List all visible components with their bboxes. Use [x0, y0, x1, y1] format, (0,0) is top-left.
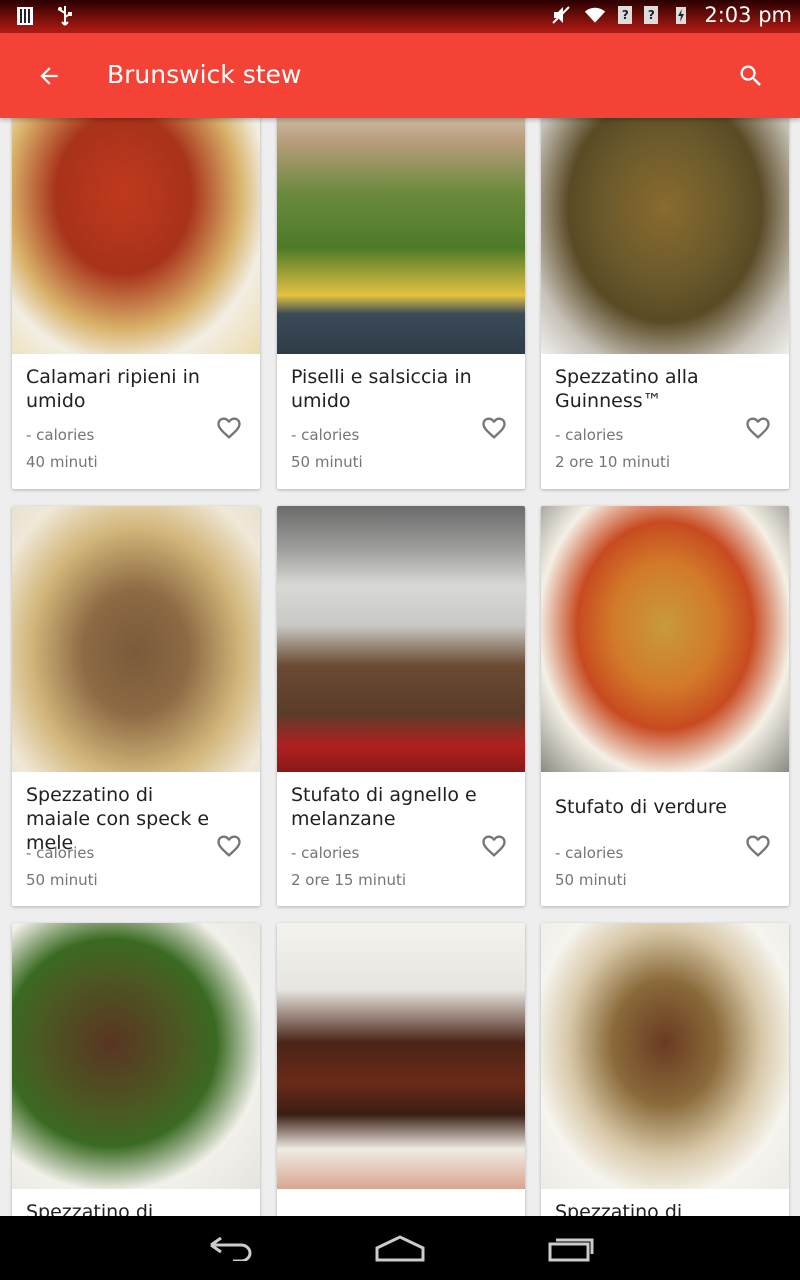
- arrow-back-icon: [40, 67, 58, 85]
- recipe-photo: [277, 923, 525, 1189]
- recipe-calories: - calories: [291, 844, 360, 862]
- recents-nav-icon: [548, 1238, 594, 1262]
- search-icon: [740, 65, 761, 86]
- recipe-time: 2 ore 10 minuti: [555, 453, 671, 471]
- wifi-icon: [584, 4, 606, 26]
- recipe-photo: [12, 923, 260, 1189]
- favorite-icon[interactable]: [479, 832, 509, 860]
- search-button[interactable]: [732, 57, 770, 95]
- favorite-icon[interactable]: [214, 832, 244, 860]
- recipe-photo: [277, 118, 525, 354]
- recipe-title: Stufato di agnello e melanzane: [291, 784, 477, 830]
- recipe-calories: - calories: [26, 426, 95, 444]
- recipe-time: 50 minuti: [291, 453, 363, 471]
- recipe-card[interactable]: Piselli e salsiccia in umido - calories …: [277, 118, 525, 489]
- recipe-time: 50 minuti: [26, 871, 98, 889]
- recipe-title: Spezzatino alla Guinness™: [555, 366, 699, 412]
- app-bar: Brunswick stew: [0, 33, 800, 118]
- recipe-title: Spezzatino di agnello: [26, 1201, 154, 1216]
- battery-charging-icon: [670, 4, 692, 26]
- recipe-photo: [277, 506, 525, 772]
- recipe-card[interactable]: Stufato di verdure - calories 50 minuti: [541, 506, 789, 906]
- recipe-time: 2 ore 15 minuti: [291, 871, 407, 889]
- favorite-icon[interactable]: [214, 414, 244, 442]
- clock: 2:03 pm: [704, 3, 792, 27]
- recipe-time: 50 minuti: [555, 871, 627, 889]
- favorite-icon[interactable]: [743, 832, 773, 860]
- unknown-battery-icon: ?: [644, 6, 659, 24]
- recipe-calories: - calories: [555, 426, 624, 444]
- status-bar: ? ? 2:03 pm: [0, 0, 800, 33]
- recipe-title: Spezzatino di agnello: [555, 1201, 683, 1216]
- home-nav-icon: [375, 1235, 425, 1262]
- recipe-title: Stufato di verdure: [555, 796, 727, 818]
- recipe-card[interactable]: [277, 923, 525, 1216]
- recipe-card[interactable]: Spezzatino alla Guinness™ - calories 2 o…: [541, 118, 789, 489]
- home-nav-button[interactable]: [375, 1230, 425, 1266]
- recipe-title: Piselli e salsiccia in umido: [291, 366, 472, 412]
- back-button[interactable]: [30, 57, 68, 95]
- recipe-photo: [12, 118, 260, 354]
- recipe-card[interactable]: Stufato di agnello e melanzane - calorie…: [277, 506, 525, 906]
- recipe-photo: [12, 506, 260, 772]
- favorite-icon[interactable]: [479, 414, 509, 442]
- recipe-photo: [541, 506, 789, 772]
- recipe-card[interactable]: Calamari ripieni in umido - calories 40 …: [12, 118, 260, 489]
- system-nav-bar: [0, 1216, 800, 1280]
- back-nav-button[interactable]: [205, 1230, 255, 1266]
- favorite-icon[interactable]: [743, 414, 773, 442]
- recipe-grid[interactable]: Calamari ripieni in umido - calories 40 …: [0, 118, 800, 1216]
- recipe-card[interactable]: Spezzatino di maiale con speck e mele - …: [12, 506, 260, 906]
- sim-card-icon: [14, 5, 36, 27]
- recipe-time: 40 minuti: [26, 453, 98, 471]
- recipe-photo: [541, 923, 789, 1189]
- recipe-card[interactable]: Spezzatino di agnello: [541, 923, 789, 1216]
- recipe-title: Calamari ripieni in umido: [26, 366, 200, 412]
- usb-icon: [54, 5, 76, 27]
- recipe-calories: - calories: [291, 426, 360, 444]
- mute-icon: [550, 4, 572, 26]
- unknown-notification-icon: ?: [618, 6, 633, 24]
- recipe-calories: - calories: [555, 844, 624, 862]
- recipe-card[interactable]: Spezzatino di agnello: [12, 923, 260, 1216]
- back-nav-icon: [210, 1236, 252, 1261]
- recents-nav-button[interactable]: [546, 1230, 596, 1266]
- page-title: Brunswick stew: [107, 60, 302, 89]
- recipe-photo: [541, 118, 789, 354]
- recipe-calories: - calories: [26, 844, 95, 862]
